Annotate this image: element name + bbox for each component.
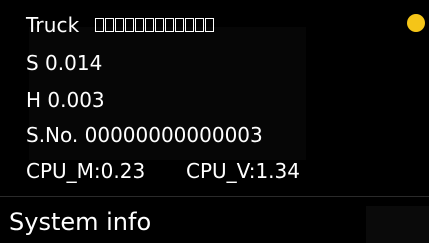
footer-bar: System info bbox=[0, 206, 429, 243]
h-value-row: H 0.003 bbox=[26, 88, 105, 112]
cpu-v-value: CPU_V:1.34 bbox=[186, 159, 300, 183]
missing-glyph-box bbox=[94, 18, 104, 32]
missing-glyph-box bbox=[114, 18, 124, 32]
cpu-row: CPU_M:0.23 CPU_V:1.34 bbox=[26, 155, 300, 187]
missing-glyph-box bbox=[174, 18, 184, 32]
system-info-screen: Truck S 0.014 H 0.003 S.No. 000000000000… bbox=[0, 0, 429, 243]
missing-glyph-box bbox=[194, 18, 204, 32]
missing-glyph-box bbox=[154, 18, 164, 32]
model-row: Truck bbox=[26, 9, 214, 41]
missing-glyph-box bbox=[144, 18, 154, 32]
model-label: Truck bbox=[26, 13, 80, 37]
model-value-placeholder bbox=[94, 18, 214, 32]
status-indicator-icon bbox=[407, 14, 425, 32]
footer-title: System info bbox=[9, 208, 152, 236]
s-value-row: S 0.014 bbox=[26, 51, 103, 75]
missing-glyph-box bbox=[134, 18, 144, 32]
status-panel bbox=[366, 206, 429, 243]
missing-glyph-box bbox=[184, 18, 194, 32]
missing-glyph-box bbox=[104, 18, 114, 32]
footer-divider bbox=[0, 196, 429, 197]
missing-glyph-box bbox=[164, 18, 174, 32]
serial-number-row: S.No. 00000000000003 bbox=[26, 123, 263, 147]
missing-glyph-box bbox=[124, 18, 134, 32]
missing-glyph-box bbox=[204, 18, 214, 32]
cpu-m-value: CPU_M:0.23 bbox=[26, 159, 146, 183]
